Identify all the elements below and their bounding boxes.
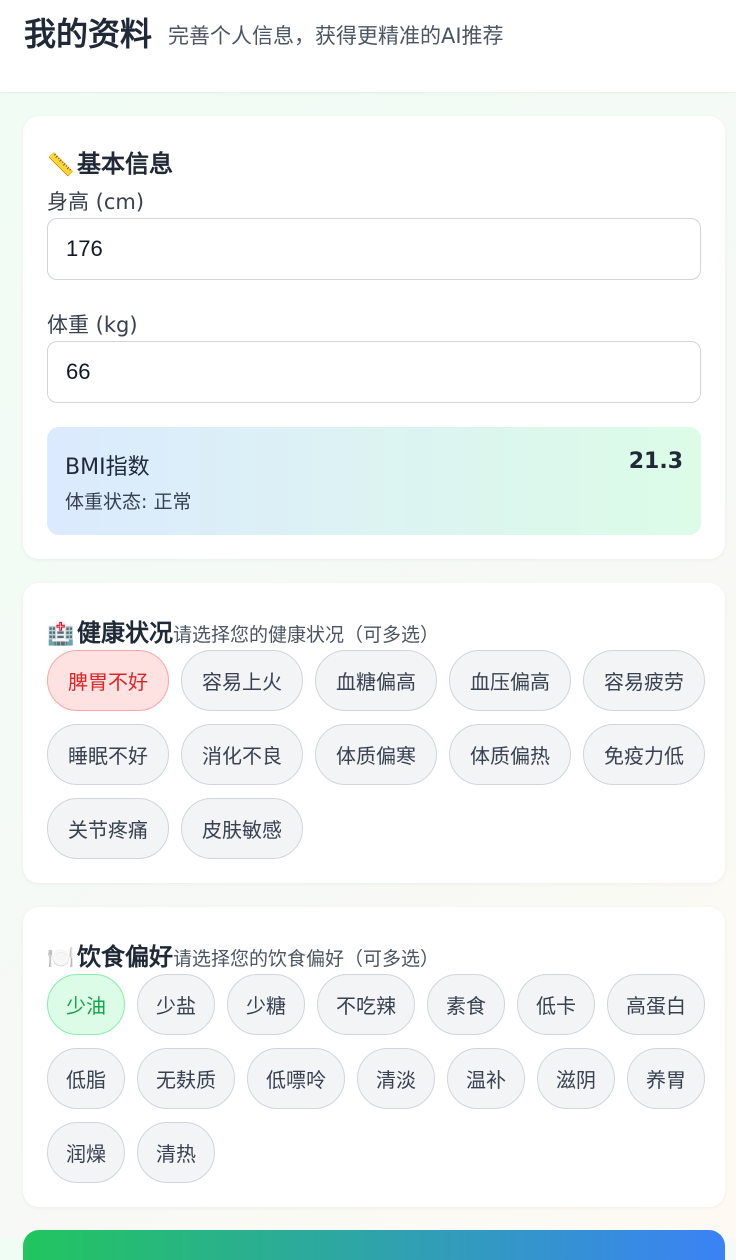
save-button[interactable] — [23, 1230, 725, 1260]
bmi-label: BMI指数 — [65, 455, 150, 480]
diet-option[interactable]: 滋阴 — [537, 1048, 615, 1109]
height-label: 身高 (cm) — [47, 190, 145, 214]
diet-option[interactable]: 素食 — [427, 974, 505, 1035]
health-option[interactable]: 血压偏高 — [449, 650, 571, 711]
diet-option[interactable]: 润燥 — [47, 1122, 125, 1183]
health-option[interactable]: 睡眠不好 — [47, 724, 169, 785]
weight-label: 体重 (kg) — [47, 313, 138, 337]
bmi-panel: BMI指数 21.3 体重状态: 正常 — [47, 427, 701, 535]
diet-option[interactable]: 清淡 — [357, 1048, 435, 1109]
basic-info-card: 📏 基本信息 身高 (cm) 体重 (kg) BMI指数 21.3 体重状态: … — [23, 116, 725, 559]
basic-info-header: 📏 基本信息 — [47, 144, 173, 179]
diet-option[interactable]: 无麸质 — [137, 1048, 235, 1109]
height-input[interactable] — [47, 218, 701, 280]
diet-option[interactable]: 清热 — [137, 1122, 215, 1183]
diet-option[interactable]: 少油 — [47, 974, 125, 1035]
diet-option[interactable]: 少盐 — [137, 974, 215, 1035]
health-option[interactable]: 体质偏热 — [449, 724, 571, 785]
health-option[interactable]: 容易疲劳 — [583, 650, 705, 711]
diet-header: 🍽️ 饮食偏好 请选择您的饮食偏好（可多选） — [47, 937, 439, 972]
health-card: 🏥 健康状况 请选择您的健康状况（可多选） 脾胃不好 容易上火 血糖偏高 血压偏… — [23, 583, 725, 883]
health-option[interactable]: 体质偏寒 — [315, 724, 437, 785]
diet-option[interactable]: 温补 — [447, 1048, 525, 1109]
page-title: 我的资料 — [24, 15, 153, 53]
bmi-status: 体重状态: 正常 — [65, 491, 192, 513]
ruler-icon: 📏 — [47, 153, 75, 178]
weight-input[interactable] — [47, 341, 701, 403]
health-option[interactable]: 免疫力低 — [583, 724, 705, 785]
page-subtitle: 完善个人信息，获得更精准的AI推荐 — [168, 24, 504, 48]
hospital-icon: 🏥 — [47, 622, 75, 647]
page-header: 我的资料 完善个人信息，获得更精准的AI推荐 — [0, 0, 736, 92]
plate-cutlery-icon: 🍽️ — [47, 946, 75, 971]
diet-title: 饮食偏好 — [77, 943, 173, 971]
diet-card: 🍽️ 饮食偏好 请选择您的饮食偏好（可多选） 少油 少盐 少糖 不吃辣 素食 低… — [23, 907, 725, 1207]
health-subtitle: 请选择您的健康状况（可多选） — [173, 624, 440, 646]
bmi-value: 21.3 — [628, 449, 683, 474]
diet-option[interactable]: 低卡 — [517, 974, 595, 1035]
health-option[interactable]: 脾胃不好 — [47, 650, 169, 711]
health-option[interactable]: 关节疼痛 — [47, 798, 169, 859]
health-option[interactable]: 血糖偏高 — [315, 650, 437, 711]
diet-option[interactable]: 低脂 — [47, 1048, 125, 1109]
basic-info-title: 基本信息 — [77, 150, 173, 178]
health-option[interactable]: 皮肤敏感 — [181, 798, 303, 859]
diet-subtitle: 请选择您的饮食偏好（可多选） — [173, 948, 440, 970]
health-option[interactable]: 消化不良 — [181, 724, 303, 785]
diet-option[interactable]: 高蛋白 — [607, 974, 705, 1035]
diet-option[interactable]: 低嘌呤 — [247, 1048, 345, 1109]
health-option[interactable]: 容易上火 — [181, 650, 303, 711]
health-title: 健康状况 — [77, 619, 173, 647]
diet-option[interactable]: 不吃辣 — [317, 974, 415, 1035]
diet-options: 少油 少盐 少糖 不吃辣 素食 低卡 高蛋白 低脂 无麸质 低嘌呤 清淡 温补 … — [47, 974, 707, 1183]
diet-option[interactable]: 少糖 — [227, 974, 305, 1035]
diet-option[interactable]: 养胃 — [627, 1048, 705, 1109]
health-header: 🏥 健康状况 请选择您的健康状况（可多选） — [47, 613, 439, 648]
health-options: 脾胃不好 容易上火 血糖偏高 血压偏高 容易疲劳 睡眠不好 消化不良 体质偏寒 … — [47, 650, 707, 859]
